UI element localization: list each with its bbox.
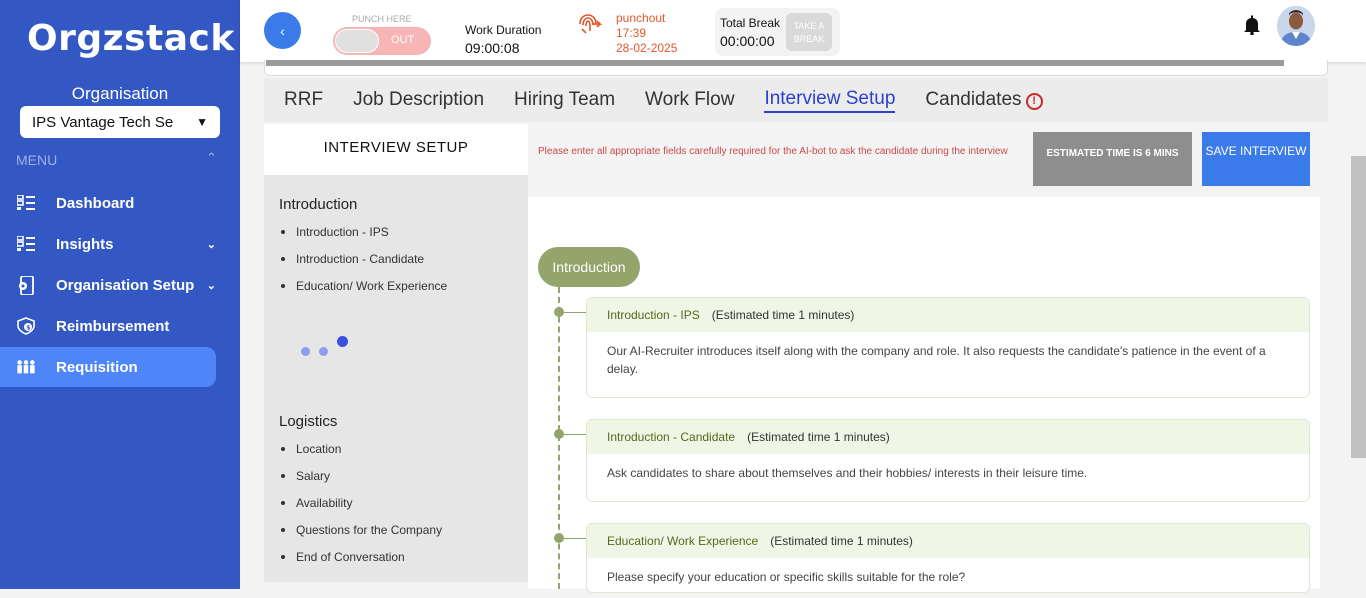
- panel-title: INTERVIEW SETUP: [264, 124, 528, 175]
- total-break-box: Total Break 00:00:00 TAKE A BREAK: [715, 8, 840, 56]
- organisation-select-value: IPS Vantage Tech Se: [32, 113, 174, 131]
- list-item[interactable]: Introduction - Candidate: [279, 250, 447, 277]
- total-break-label: Total Break: [720, 16, 781, 30]
- save-interview-button[interactable]: SAVE INTERVIEW: [1202, 132, 1310, 186]
- chevron-down-icon: ▼: [196, 115, 208, 129]
- chevron-down-icon: ⌄: [206, 238, 216, 251]
- shield-dollar-icon: $: [16, 316, 36, 336]
- card-estimate: (Estimated time 1 minutes): [711, 308, 855, 322]
- interview-toolbar: Please enter all appropriate fields care…: [528, 124, 1320, 197]
- sidebar-item-label: Dashboard: [56, 194, 135, 212]
- sidebar-item-label: Organisation Setup: [56, 276, 195, 294]
- sidebar-item-label: Requisition: [56, 358, 138, 376]
- card-estimate: (Estimated time 1 minutes): [770, 534, 913, 548]
- list-item[interactable]: Introduction - IPS: [279, 223, 447, 250]
- organisation-select[interactable]: IPS Vantage Tech Se ▼: [20, 106, 220, 138]
- punchout-info: punchout 17:39 28-02-2025: [616, 11, 677, 56]
- punchout-date: 28-02-2025: [616, 41, 678, 55]
- sidebar-item-label: Reimbursement: [56, 317, 170, 335]
- menu-label: MENU: [16, 152, 58, 168]
- list-item[interactable]: End of Conversation: [279, 548, 442, 575]
- list-item[interactable]: Questions for the Company: [279, 521, 442, 548]
- flow-node-connector: [563, 434, 587, 435]
- list-item[interactable]: Availability: [279, 494, 442, 521]
- card-title: Introduction - Candidate: [607, 430, 736, 444]
- card-header: Education/ Work Experience (Estimated tim…: [587, 524, 1309, 558]
- mobile-settings-icon: [16, 275, 36, 295]
- tab-rrf[interactable]: RRF: [284, 89, 323, 111]
- sidebar-item-requisition[interactable]: Requisition: [0, 347, 216, 387]
- work-duration-value: 09:00:08: [465, 40, 520, 56]
- svg-text:$: $: [26, 325, 30, 332]
- list-icon: [16, 234, 36, 254]
- sidebar-item-label: Insights: [56, 235, 114, 253]
- fingerprint-icon: [576, 12, 603, 36]
- punch-toggle[interactable]: OUT: [333, 27, 431, 55]
- list-item[interactable]: Education/ Work Experience: [279, 277, 447, 304]
- tab-work-flow[interactable]: Work Flow: [645, 89, 734, 111]
- interview-flow: Introduction Introduction - IPS (Estimate…: [528, 197, 1320, 593]
- tab-bar: RRF Job Description Hiring Team Work Flo…: [264, 78, 1328, 122]
- card-title: Introduction - IPS: [607, 308, 700, 322]
- work-duration-label: Work Duration: [465, 23, 542, 37]
- card-title: Education/ Work Experience: [607, 534, 759, 548]
- card-body: Our AI-Recruiter introduces itself along…: [607, 344, 1266, 376]
- question-card[interactable]: Education/ Work Experience (Estimated tim…: [586, 523, 1310, 593]
- tab-job-description[interactable]: Job Description: [353, 89, 484, 111]
- flow-node-connector: [563, 538, 587, 539]
- vertical-scrollbar[interactable]: [1351, 156, 1366, 458]
- estimated-time-button: ESTIMATED TIME IS 6 MINS: [1033, 132, 1192, 186]
- scroll-strip: [264, 60, 1328, 76]
- section-list: Location Salary Availability Questions f…: [279, 440, 442, 575]
- flow-node-connector: [563, 312, 587, 313]
- tab-hiring-team[interactable]: Hiring Team: [514, 89, 615, 111]
- organisation-label: Organisation: [71, 84, 169, 103]
- question-card[interactable]: Introduction - Candidate (Estimated time …: [586, 419, 1310, 502]
- instruction-notice: Please enter all appropriate fields care…: [538, 146, 1008, 157]
- punch-state: OUT: [391, 34, 415, 46]
- list-item[interactable]: Salary: [279, 467, 442, 494]
- punch-here-label: PUNCH HERE: [352, 14, 412, 24]
- tab-candidates-label: Candidates: [925, 89, 1022, 110]
- punchout-label: punchout: [616, 11, 666, 25]
- interview-outline-panel: INTERVIEW SETUP Introduction Introductio…: [264, 124, 528, 582]
- card-body: Ask candidates to share about themselves…: [607, 466, 1088, 480]
- flow-section-pill[interactable]: Introduction: [538, 247, 640, 287]
- back-button[interactable]: ‹: [264, 12, 301, 49]
- sidebar-item-dashboard[interactable]: Dashboard: [0, 183, 216, 223]
- chevron-down-icon: ⌄: [206, 279, 216, 292]
- sidebar: Orgzstack Organisation IPS Vantage Tech …: [0, 0, 240, 589]
- sidebar-item-reimbursement[interactable]: $ Reimbursement: [0, 306, 216, 346]
- question-card[interactable]: Introduction - IPS (Estimated time 1 minu…: [586, 297, 1310, 398]
- bell-icon[interactable]: [1243, 15, 1261, 36]
- section-title[interactable]: Introduction: [279, 196, 357, 213]
- section-title[interactable]: Logistics: [279, 413, 337, 430]
- toggle-knob: [335, 29, 379, 53]
- people-icon: [16, 357, 36, 377]
- tab-candidates[interactable]: Candidates!: [925, 89, 1043, 111]
- card-header: Introduction - IPS (Estimated time 1 minu…: [587, 298, 1309, 332]
- collapse-menu-icon[interactable]: ⌃: [206, 150, 217, 166]
- card-header: Introduction - Candidate (Estimated time …: [587, 420, 1309, 454]
- list-icon: [16, 193, 36, 213]
- app-logo: Orgzstack: [27, 18, 235, 59]
- chevron-left-icon: ‹: [280, 22, 285, 39]
- sidebar-item-insights[interactable]: Insights ⌄: [0, 224, 216, 264]
- top-header: ‹ PUNCH HERE OUT Work Duration 09:00:08 …: [240, 0, 1366, 62]
- list-item[interactable]: Location: [279, 440, 442, 467]
- card-body: Please specify your education or specifi…: [607, 570, 966, 584]
- warning-icon: !: [1025, 93, 1043, 110]
- card-estimate: (Estimated time 1 minutes): [747, 430, 890, 444]
- sidebar-item-organisation-setup[interactable]: Organisation Setup ⌄: [0, 265, 216, 305]
- section-list: Introduction - IPS Introduction - Candid…: [279, 223, 447, 304]
- punchout-time: 17:39: [616, 26, 647, 40]
- tab-interview-setup[interactable]: Interview Setup: [764, 88, 896, 113]
- total-break-value: 00:00:00: [720, 33, 775, 49]
- avatar[interactable]: [1277, 6, 1315, 46]
- horizontal-scrollbar[interactable]: [266, 60, 1284, 66]
- take-break-button[interactable]: TAKE A BREAK: [786, 13, 832, 51]
